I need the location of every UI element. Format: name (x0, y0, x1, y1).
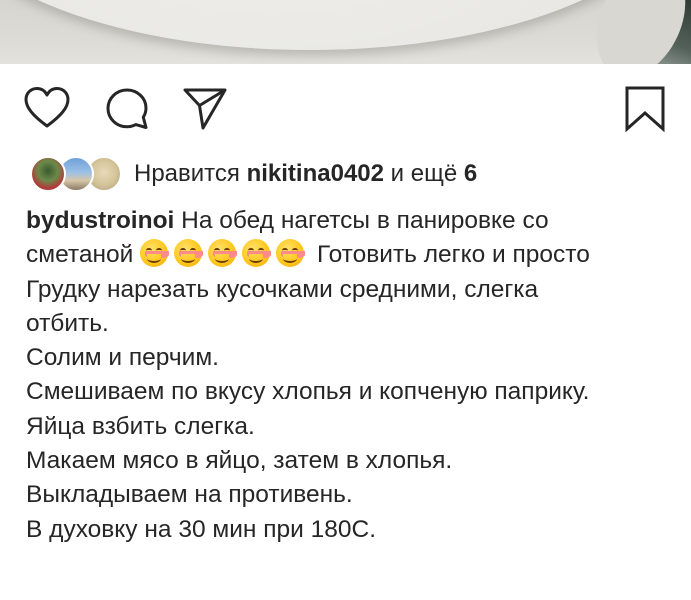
liker-avatars[interactable] (30, 156, 126, 192)
smiling-face-emoji (208, 239, 237, 268)
likes-text: Нравится nikitina0402 и ещё 6 (134, 160, 477, 188)
smiling-face-emoji (276, 239, 305, 268)
caption-text: сметаной (26, 241, 134, 269)
post-action-bar (24, 86, 667, 132)
caption-text: Выкладываем на противень. (26, 481, 353, 509)
likes-row[interactable]: Нравится nikitina0402 и ещё 6 (30, 154, 670, 194)
caption-text: Грудку нарезать кусочками средними, слег… (26, 275, 539, 303)
post-caption: bydustroinoi На обед нагетсы в панировке… (26, 204, 676, 547)
caption-text: Солим и перчим. (26, 344, 219, 372)
likes-count[interactable]: 6 (464, 160, 477, 187)
avatar[interactable] (30, 156, 66, 192)
photo-plate (0, 0, 680, 50)
caption-text: Готовить легко и просто (316, 241, 590, 269)
emoji-group (140, 239, 317, 268)
smiling-face-emoji (242, 239, 271, 268)
caption-text: отбить. (26, 309, 109, 337)
send-icon[interactable] (182, 86, 228, 132)
caption-text: На обед нагетсы в панировке со (181, 207, 549, 234)
bookmark-icon[interactable] (622, 86, 668, 132)
likes-prefix: Нравится (134, 160, 240, 187)
caption-text: Смешиваем по вкусу хлопья и копченую пап… (26, 378, 590, 406)
caption-author[interactable]: bydustroinoi (26, 207, 174, 234)
comment-icon[interactable] (104, 86, 150, 132)
caption-text: Макаем мясо в яйцо, затем в хлопья. (26, 447, 453, 475)
smiling-face-emoji (140, 239, 169, 268)
smiling-face-emoji (174, 239, 203, 268)
liker-username[interactable]: nikitina0402 (247, 160, 384, 187)
heart-icon[interactable] (24, 86, 70, 132)
post-photo[interactable] (0, 0, 691, 64)
likes-suffix: и ещё (390, 160, 458, 187)
caption-text: В духовку на 30 мин при 180С. (26, 515, 377, 543)
caption-text: Яйца взбить слегка. (26, 412, 255, 440)
